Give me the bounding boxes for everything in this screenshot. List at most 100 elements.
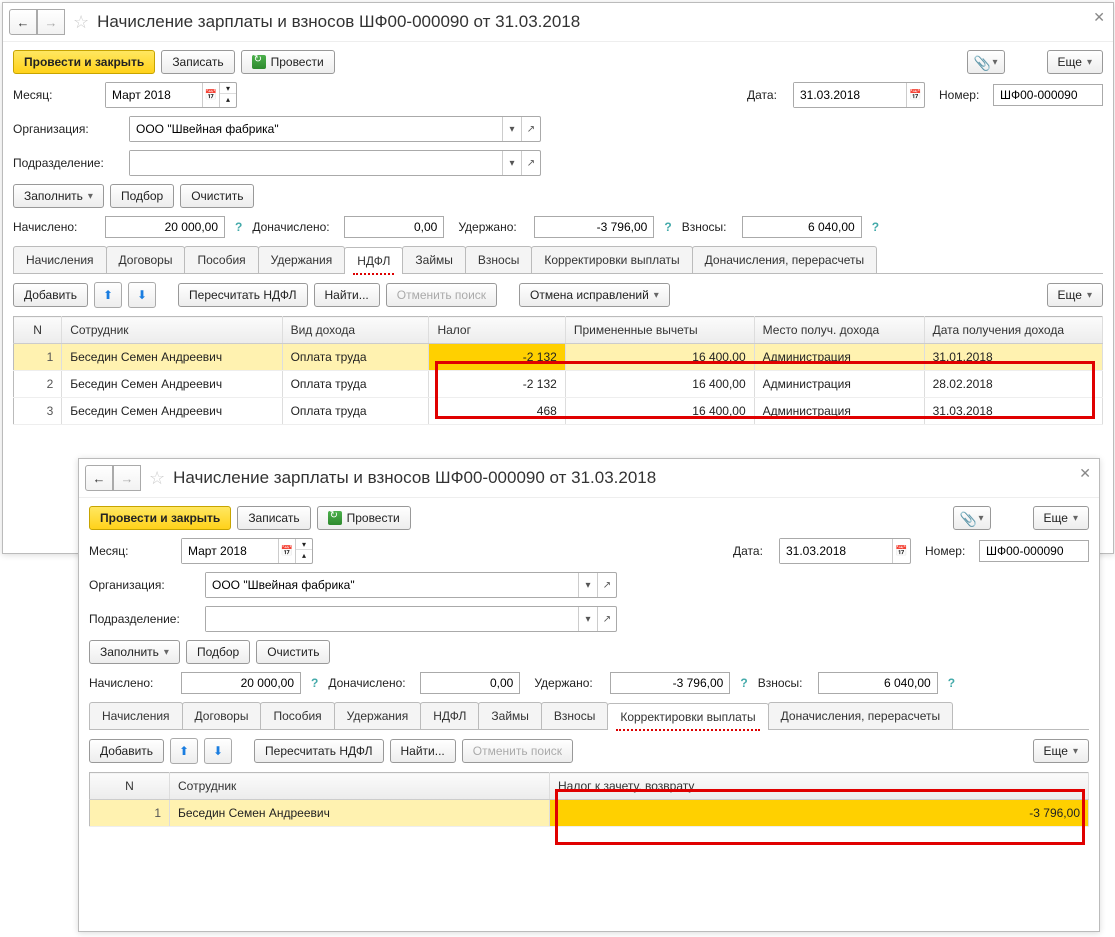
nav-forward-button[interactable]: → <box>113 465 141 491</box>
tab-4[interactable]: НДФЛ <box>420 702 479 729</box>
tab-4[interactable]: НДФЛ <box>344 247 403 274</box>
column-header[interactable]: Дата получения дохода <box>924 317 1102 344</box>
tab-0[interactable]: Начисления <box>89 702 183 729</box>
withheld-input[interactable] <box>610 672 730 694</box>
month-input[interactable]: 📅 ▾▴ <box>181 538 313 564</box>
contrib-input[interactable] <box>818 672 938 694</box>
tab-1[interactable]: Договоры <box>182 702 262 729</box>
table-row[interactable]: 3Беседин Семен АндреевичОплата труда4681… <box>14 398 1103 425</box>
org-input[interactable]: ▾ ↗ <box>205 572 617 598</box>
column-header[interactable]: Налог к зачету, возврату <box>550 773 1089 800</box>
tab-7[interactable]: Корректировки выплаты <box>607 703 768 730</box>
cancel-search-button[interactable]: Отменить поиск <box>462 739 573 763</box>
accrued-input[interactable] <box>181 672 301 694</box>
hint-icon[interactable]: ? <box>736 676 751 690</box>
open-link-icon[interactable]: ↗ <box>597 573 616 597</box>
column-header[interactable]: N <box>90 773 170 800</box>
pick-button[interactable]: Подбор <box>110 184 174 208</box>
clear-button[interactable]: Очистить <box>180 184 254 208</box>
month-step-down[interactable]: ▾ <box>220 83 236 94</box>
close-icon[interactable]: ✕ <box>1093 9 1105 26</box>
chevron-down-icon[interactable]: ▾ <box>502 151 521 175</box>
withheld-input[interactable] <box>534 216 654 238</box>
accrued-input[interactable] <box>105 216 225 238</box>
month-step-down[interactable]: ▾ <box>296 539 312 550</box>
nav-back-button[interactable]: ← <box>9 9 37 35</box>
tab-0[interactable]: Начисления <box>13 246 107 273</box>
hint-icon[interactable]: ? <box>868 220 883 234</box>
post-and-close-button[interactable]: Провести и закрыть <box>89 506 231 530</box>
dept-input[interactable]: ▾ ↗ <box>129 150 541 176</box>
org-value[interactable] <box>130 117 502 141</box>
table-row[interactable]: 1Беседин Семен Андреевич-3 796,00 <box>90 800 1089 827</box>
add-button[interactable]: Добавить <box>13 283 88 307</box>
move-up-button[interactable]: ⬆ <box>170 738 198 764</box>
tab-8[interactable]: Доначисления, перерасчеты <box>768 702 953 729</box>
more-button[interactable]: Еще <box>1047 50 1103 74</box>
hint-icon[interactable]: ? <box>660 220 675 234</box>
month-step-up[interactable]: ▴ <box>296 550 312 560</box>
tab-5[interactable]: Займы <box>402 246 466 273</box>
tab-1[interactable]: Договоры <box>106 246 186 273</box>
recalc-ndfl-button[interactable]: Пересчитать НДФЛ <box>254 739 383 763</box>
org-input[interactable]: ▾ ↗ <box>129 116 541 142</box>
find-button[interactable]: Найти... <box>314 283 380 307</box>
hint-icon[interactable]: ? <box>231 220 246 234</box>
add-button[interactable]: Добавить <box>89 739 164 763</box>
open-link-icon[interactable]: ↗ <box>521 117 540 141</box>
tab-6[interactable]: Взносы <box>465 246 532 273</box>
cancel-search-button[interactable]: Отменить поиск <box>386 283 497 307</box>
month-input[interactable]: 📅 ▾▴ <box>105 82 237 108</box>
chevron-down-icon[interactable]: ▾ <box>502 117 521 141</box>
column-header[interactable]: Вид дохода <box>282 317 429 344</box>
dept-value[interactable] <box>206 607 578 631</box>
attach-menu-button[interactable]: 📎 <box>967 50 1005 74</box>
column-header[interactable]: Налог <box>429 317 565 344</box>
move-down-button[interactable]: ⬇ <box>128 282 156 308</box>
tab-7[interactable]: Корректировки выплаты <box>531 246 692 273</box>
column-header[interactable]: Сотрудник <box>62 317 282 344</box>
dept-input[interactable]: ▾ ↗ <box>205 606 617 632</box>
favorite-star-icon[interactable]: ☆ <box>73 12 89 33</box>
clear-button[interactable]: Очистить <box>256 640 330 664</box>
save-button[interactable]: Записать <box>237 506 310 530</box>
fill-button[interactable]: Заполнить <box>13 184 104 208</box>
calendar-icon[interactable]: 📅 <box>278 539 295 563</box>
chevron-down-icon[interactable]: ▾ <box>578 573 597 597</box>
cancel-corrections-button[interactable]: Отмена исправлений <box>519 283 670 307</box>
move-down-button[interactable]: ⬇ <box>204 738 232 764</box>
corrections-table[interactable]: NСотрудникНалог к зачету, возврату 1Бесе… <box>89 772 1089 827</box>
open-link-icon[interactable]: ↗ <box>521 151 540 175</box>
find-button[interactable]: Найти... <box>390 739 456 763</box>
close-icon[interactable]: ✕ <box>1079 465 1091 482</box>
post-button[interactable]: Провести <box>317 506 411 530</box>
favorite-star-icon[interactable]: ☆ <box>149 468 165 489</box>
tab-2[interactable]: Пособия <box>260 702 334 729</box>
column-header[interactable]: Примененные вычеты <box>565 317 754 344</box>
column-header[interactable]: Место получ. дохода <box>754 317 924 344</box>
open-link-icon[interactable]: ↗ <box>597 607 616 631</box>
attach-menu-button[interactable]: 📎 <box>953 506 991 530</box>
addl-input[interactable] <box>420 672 520 694</box>
pick-button[interactable]: Подбор <box>186 640 250 664</box>
tab-2[interactable]: Пособия <box>184 246 258 273</box>
column-header[interactable]: N <box>14 317 62 344</box>
calendar-icon[interactable]: 📅 <box>906 83 924 107</box>
chevron-down-icon[interactable]: ▾ <box>578 607 597 631</box>
tab-8[interactable]: Доначисления, перерасчеты <box>692 246 877 273</box>
recalc-ndfl-button[interactable]: Пересчитать НДФЛ <box>178 283 307 307</box>
calendar-icon[interactable]: 📅 <box>892 539 910 563</box>
date-value[interactable] <box>780 539 892 563</box>
contrib-input[interactable] <box>742 216 862 238</box>
column-header[interactable]: Сотрудник <box>170 773 550 800</box>
post-button[interactable]: Провести <box>241 50 335 74</box>
month-value[interactable] <box>182 539 278 563</box>
addl-input[interactable] <box>344 216 444 238</box>
dept-value[interactable] <box>130 151 502 175</box>
table-more-button[interactable]: Еще <box>1047 283 1103 307</box>
tab-5[interactable]: Займы <box>478 702 542 729</box>
table-row[interactable]: 1Беседин Семен АндреевичОплата труда-2 1… <box>14 344 1103 371</box>
more-button[interactable]: Еще <box>1033 506 1089 530</box>
date-value[interactable] <box>794 83 906 107</box>
org-value[interactable] <box>206 573 578 597</box>
